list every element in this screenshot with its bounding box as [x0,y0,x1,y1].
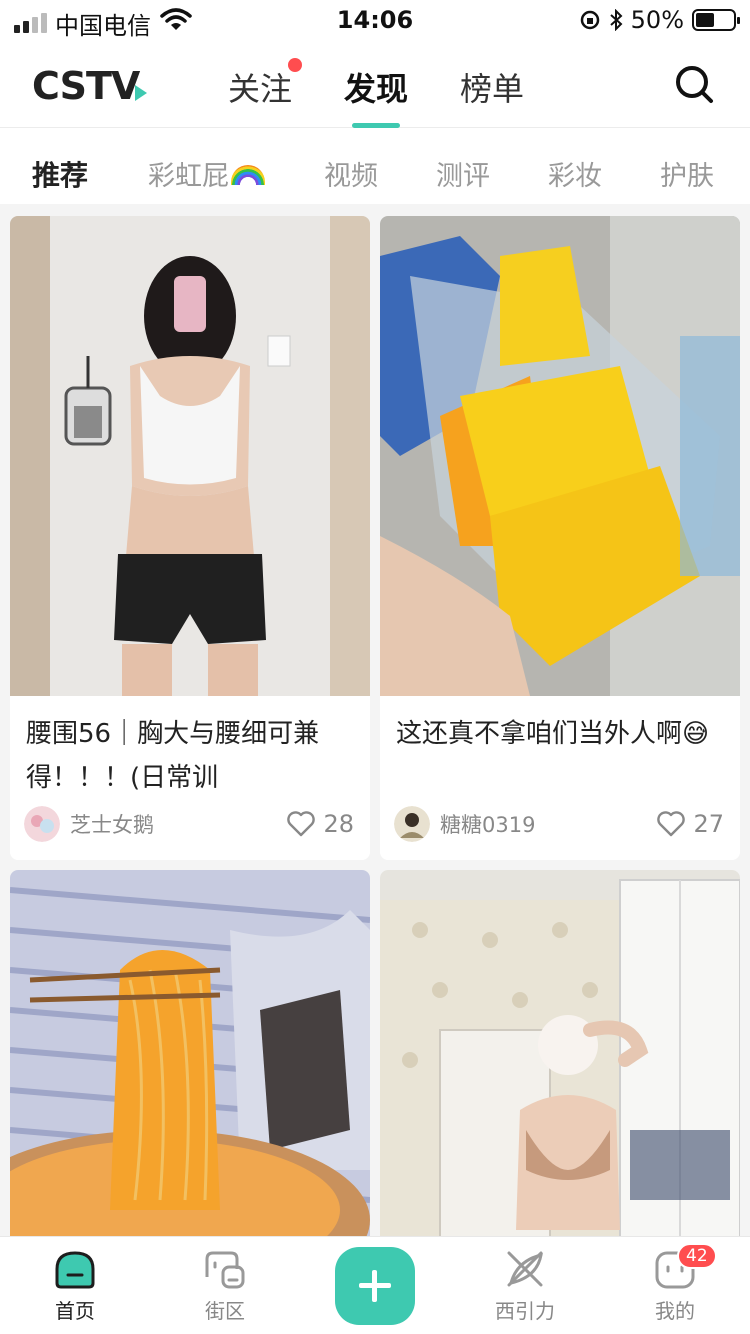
feed-card[interactable]: 这还真不拿咱们当外人啊😅 糖糖0319 27 [380,216,740,860]
nav-profile[interactable]: 42 我的 [615,1243,735,1324]
post-image[interactable] [10,216,370,696]
tab-ranking-label: 榜单 [460,70,525,108]
nav-xiyinli[interactable]: 西引力 [465,1247,585,1324]
like-count: 28 [323,810,354,838]
active-tab-indicator [352,123,401,128]
nav-home-label: 首页 [55,1299,95,1323]
battery-icon [692,9,740,31]
rotation-lock-icon [580,10,599,30]
heart-icon [287,811,316,837]
post-meta: 糖糖0319 27 [394,804,724,844]
feed-card[interactable] [10,870,370,1236]
post-title: 腰围56｜胸大与腰细可兼得！！！(日常训 [26,719,320,793]
post-image[interactable] [380,870,740,1236]
avatar[interactable] [24,806,60,842]
feed-card[interactable]: 腰围56｜胸大与腰细可兼得！！！(日常训 芝士女鹅 28 [10,216,370,860]
like-count: 27 [693,810,724,838]
notification-badge: 42 [677,1243,717,1269]
bottom-nav: 首页 街区 西引力 42 我的 [0,1236,750,1334]
status-bar: 中国电信 14:06 50% [0,0,750,40]
cstv-logo: CSTV [32,64,148,108]
post-image[interactable] [10,870,370,1236]
nav-street[interactable]: 街区 [165,1247,285,1324]
nav-home[interactable]: 首页 [15,1247,135,1324]
tab-follow[interactable]: 关注 [228,58,303,110]
like-button[interactable]: 27 [657,810,724,838]
category-tab-rainbow[interactable]: 彩虹屁 [148,154,265,193]
tab-discover[interactable]: 发现 [344,64,409,128]
top-header: CSTV 关注 发现 榜单 [0,40,750,128]
category-tab-review[interactable]: 测评 [436,154,490,193]
tab-discover-label: 发现 [344,70,409,108]
category-tab-makeup[interactable]: 彩妆 [548,154,602,193]
home-icon [55,1251,95,1289]
avatar[interactable] [394,806,430,842]
post-title: 这还真不拿咱们当外人啊😅 [396,719,710,749]
nav-xiyinli-label: 西引力 [495,1299,555,1323]
category-tab-video[interactable]: 视频 [324,154,378,193]
like-button[interactable]: 28 [287,810,354,838]
nav-profile-label: 我的 [655,1299,695,1323]
publish-button[interactable] [335,1247,415,1325]
author-name[interactable]: 芝士女鹅 [70,809,287,839]
tab-ranking[interactable]: 榜单 [460,64,524,110]
category-tab-skincare[interactable]: 护肤 [660,154,714,193]
post-image[interactable] [380,216,740,696]
category-tab-recommend[interactable]: 推荐 [32,154,88,194]
heart-icon [657,811,686,837]
feed-card[interactable] [380,870,740,1236]
rainbow-icon [231,165,265,185]
xiyinli-icon [507,1251,543,1287]
category-tabs: 推荐 彩虹屁 视频 测评 彩妆 护肤 [0,140,750,204]
notification-dot [288,58,303,72]
category-tab-rainbow-label: 彩虹屁 [148,161,229,192]
author-name[interactable]: 糖糖0319 [440,809,657,839]
nav-street-label: 街区 [205,1299,245,1323]
street-icon [205,1251,245,1289]
search-icon[interactable] [674,64,714,104]
bluetooth-icon [609,9,623,31]
post-meta: 芝士女鹅 28 [24,804,354,844]
feed-grid: 腰围56｜胸大与腰细可兼得！！！(日常训 芝士女鹅 28 这还真不拿咱们当外人啊… [0,204,750,1236]
tab-follow-label: 关注 [228,70,293,108]
battery-percent: 50% [630,6,684,34]
